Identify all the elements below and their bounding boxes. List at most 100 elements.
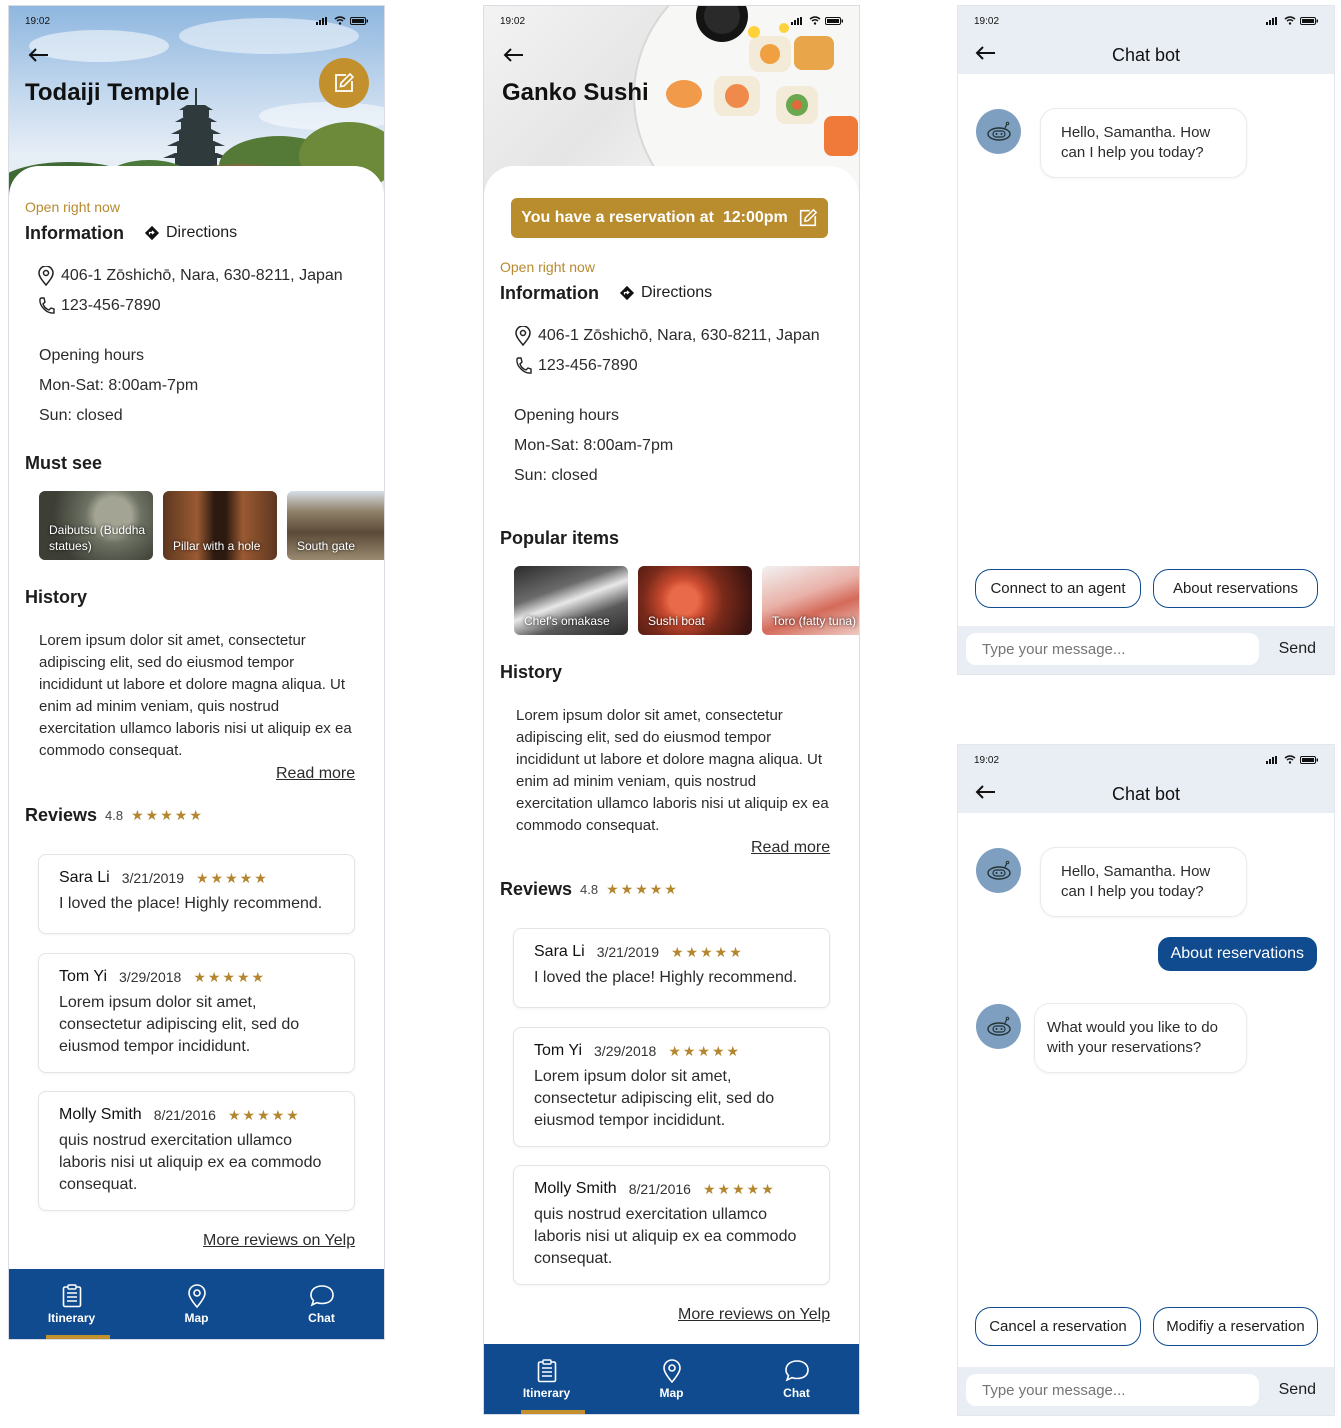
nav-label: Itinerary xyxy=(47,1310,96,1325)
quick-reply-modify-reservation[interactable]: Modifiy a reservation xyxy=(1153,1307,1318,1346)
wifi-icon xyxy=(1284,755,1296,764)
temple-screen: 19:02 Todaiji Temple Open right now Info… xyxy=(8,5,385,1340)
directions-link[interactable]: Directions xyxy=(619,284,712,302)
review-card: Tom Yi 3/29/2018 ★★★★★ Lorem ipsum dolor s… xyxy=(513,1027,830,1147)
battery-icon xyxy=(1300,755,1318,764)
reservation-banner[interactable]: You have a reservation at 12:00pm xyxy=(511,198,828,238)
address-text: 406-1 Zōshichō, Nara, 630-8211, Japan xyxy=(61,267,343,284)
more-reviews-link[interactable]: More reviews on Yelp xyxy=(678,1306,830,1324)
rating-value: 4.8 xyxy=(580,882,599,897)
signal-icon xyxy=(316,16,327,25)
quick-reply-connect-agent[interactable]: Connect to an agent xyxy=(975,569,1141,608)
phone-icon xyxy=(516,357,532,374)
review-text: I loved the place! Highly recommend. xyxy=(534,969,798,986)
nav-map[interactable]: Map xyxy=(134,1269,259,1339)
reviews-header: Reviews 4.8 ★★★★★ xyxy=(25,805,204,826)
must-see-card[interactable]: Daibutsu (Buddha statues) xyxy=(39,491,153,560)
phone-row[interactable]: 123-456-7890 xyxy=(37,296,161,316)
rating-stars: ★★★★★ xyxy=(606,881,679,897)
reviews-header: Reviews 4.8 ★★★★★ xyxy=(500,879,679,900)
quick-reply-cancel-reservation[interactable]: Cancel a reservation xyxy=(975,1307,1141,1346)
review-card: Molly Smith 8/21/2016 ★★★★★ quis nostrud e… xyxy=(513,1165,830,1285)
back-arrow-icon[interactable] xyxy=(974,781,996,805)
battery-icon xyxy=(825,16,843,25)
review-date: 8/21/2016 xyxy=(153,1107,216,1123)
edit-icon xyxy=(335,72,355,92)
status-bar: 19:02 xyxy=(9,6,384,38)
robot-icon xyxy=(986,121,1011,141)
popular-item-card[interactable]: Toro (fatty tuna) xyxy=(762,566,859,635)
map-pin-icon xyxy=(187,1283,206,1308)
read-more-link[interactable]: Read more xyxy=(751,839,830,857)
send-button[interactable]: Send xyxy=(1279,640,1316,658)
edit-icon[interactable] xyxy=(798,208,818,228)
must-see-card[interactable]: South gate xyxy=(287,491,384,560)
phone-row[interactable]: 123-456-7890 xyxy=(514,356,638,376)
nav-label: Map xyxy=(659,1385,684,1400)
nav-map[interactable]: Map xyxy=(609,1344,734,1414)
signal-icon xyxy=(1266,16,1277,25)
wifi-icon xyxy=(334,16,346,25)
status-time: 19:02 xyxy=(500,16,526,27)
status-bar: 19:02 xyxy=(958,745,1334,777)
phone-text: 123-456-7890 xyxy=(538,357,638,374)
quick-reply-about-reservations[interactable]: About reservations xyxy=(1153,569,1318,608)
directions-link[interactable]: Directions xyxy=(144,224,237,242)
nav-chat[interactable]: Chat xyxy=(259,1269,384,1339)
history-heading: History xyxy=(25,587,88,607)
reservation-text: You have a reservation at 12:00pm xyxy=(521,209,788,226)
itinerary-icon xyxy=(537,1358,556,1382)
review-date: 3/29/2018 xyxy=(119,969,182,985)
battery-icon xyxy=(350,16,368,25)
must-see-label: Daibutsu (Buddha statues) xyxy=(49,523,146,553)
must-see-card[interactable]: Pillar with a hole xyxy=(163,491,277,560)
nav-itinerary[interactable]: Itinerary xyxy=(484,1344,609,1414)
chat-bubble-icon xyxy=(784,1359,809,1382)
back-arrow-icon[interactable] xyxy=(974,42,996,66)
history-text: Lorem ipsum dolor sit amet, consectetur … xyxy=(39,632,352,759)
back-arrow-icon[interactable] xyxy=(27,44,49,68)
bot-avatar xyxy=(976,109,1021,154)
edit-button[interactable] xyxy=(319,58,369,108)
location-pin-icon xyxy=(38,266,54,286)
history-heading: History xyxy=(500,662,563,682)
review-text: quis nostrud exercitation ullamco labori… xyxy=(534,1206,797,1267)
nav-chat[interactable]: Chat xyxy=(734,1344,859,1414)
nav-label: Chat xyxy=(783,1385,810,1400)
status-time: 19:02 xyxy=(974,755,1000,766)
must-see-carousel[interactable]: Daibutsu (Buddha statues) Pillar with a … xyxy=(39,491,384,560)
opening-hours-heading: Opening hours xyxy=(514,407,619,424)
bottom-nav: Itinerary Map Chat xyxy=(9,1269,384,1339)
read-more-link[interactable]: Read more xyxy=(276,765,355,783)
nav-label: Chat xyxy=(308,1310,335,1325)
popular-item-card[interactable]: Chef's omakase xyxy=(514,566,628,635)
popular-items-heading: Popular items xyxy=(500,528,620,548)
opening-hours-heading: Opening hours xyxy=(39,347,144,364)
directions-icon xyxy=(144,225,160,241)
popular-item-card[interactable]: Sushi boat xyxy=(638,566,752,635)
send-button[interactable]: Send xyxy=(1279,1381,1316,1399)
review-stars: ★★★★★ xyxy=(196,869,269,886)
message-input[interactable] xyxy=(966,1374,1259,1406)
message-input[interactable] xyxy=(966,633,1259,665)
must-see-label: Pillar with a hole xyxy=(173,539,261,553)
chat-bubble-icon xyxy=(309,1284,334,1307)
reviews-heading: Reviews xyxy=(500,879,573,899)
message-input-bar: Send xyxy=(958,1367,1334,1415)
directions-label: Directions xyxy=(641,284,713,301)
review-stars: ★★★★★ xyxy=(671,943,744,960)
bottom-nav: Itinerary Map Chat xyxy=(484,1344,859,1414)
popular-items-carousel[interactable]: Chef's omakase Sushi boat Toro (fatty tu… xyxy=(514,566,859,635)
bot-avatar xyxy=(976,1004,1021,1049)
reviews-heading: Reviews xyxy=(25,805,98,825)
more-reviews-link[interactable]: More reviews on Yelp xyxy=(203,1232,355,1250)
reviewer-name: Sara Li xyxy=(59,869,110,886)
review-card: Sara Li 3/21/2019 ★★★★★ I loved the place!… xyxy=(513,928,830,1008)
robot-icon xyxy=(986,860,1011,880)
nav-itinerary[interactable]: Itinerary xyxy=(9,1269,134,1339)
chat-title: Chat bot xyxy=(1111,784,1181,804)
reviewer-name: Sara Li xyxy=(534,943,585,960)
back-arrow-icon[interactable] xyxy=(502,44,524,68)
chat-header: 19:02 Chat bot xyxy=(958,6,1334,74)
review-date: 3/21/2019 xyxy=(596,944,659,960)
